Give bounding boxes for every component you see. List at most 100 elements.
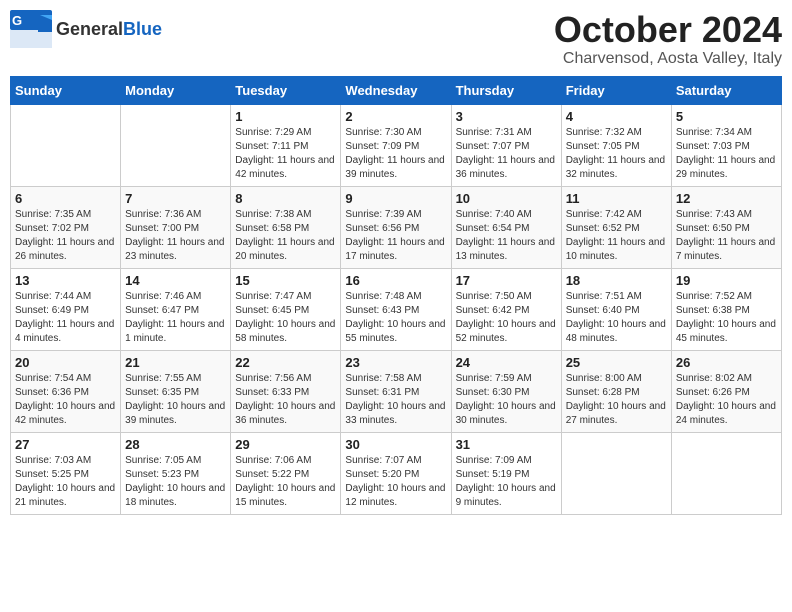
day-info: Sunrise: 7:31 AMSunset: 7:07 PMDaylight:… xyxy=(456,126,557,182)
calendar-cell: 24Sunrise: 7:59 AMSunset: 6:30 PMDayligh… xyxy=(451,350,561,432)
day-number: 23 xyxy=(345,355,446,370)
day-number: 22 xyxy=(235,355,336,370)
day-number: 12 xyxy=(676,191,777,206)
day-info: Sunrise: 7:03 AMSunset: 5:25 PMDaylight:… xyxy=(15,454,116,510)
day-number: 25 xyxy=(566,355,667,370)
calendar-cell xyxy=(11,104,121,186)
calendar-cell: 11 Sunrise: 7:42 AMSunset: 6:52 PMDayligh… xyxy=(561,186,671,268)
calendar-cell: 23Sunrise: 7:58 AMSunset: 6:31 PMDayligh… xyxy=(341,350,451,432)
day-of-week-header: Sunday xyxy=(11,76,121,104)
day-number: 11 xyxy=(566,191,667,206)
calendar-cell: 5Sunrise: 7:34 AMSunset: 7:03 PMDaylight… xyxy=(671,104,781,186)
calendar-cell: 9Sunrise: 7:39 AMSunset: 6:56 PMDaylight… xyxy=(341,186,451,268)
logo-icon: G xyxy=(10,10,52,48)
day-number: 15 xyxy=(235,273,336,288)
day-number: 17 xyxy=(456,273,557,288)
day-number: 29 xyxy=(235,437,336,452)
location-title: Charvensod, Aosta Valley, Italy xyxy=(554,50,782,68)
day-of-week-header: Wednesday xyxy=(341,76,451,104)
day-number: 21 xyxy=(125,355,226,370)
day-info: Sunrise: 7:55 AMSunset: 6:35 PMDaylight:… xyxy=(125,372,226,428)
day-info: Sunrise: 7:34 AMSunset: 7:03 PMDaylight:… xyxy=(676,126,777,182)
day-number: 14 xyxy=(125,273,226,288)
calendar-week-row: 6 Sunrise: 7:35 AMSunset: 7:02 PMDaylight… xyxy=(11,186,782,268)
day-info: Sunrise: 8:00 AMSunset: 6:28 PMDaylight:… xyxy=(566,372,667,428)
day-of-week-header: Thursday xyxy=(451,76,561,104)
day-number: 8 xyxy=(235,191,336,206)
calendar-cell: 22 Sunrise: 7:56 AMSunset: 6:33 PMDayligh… xyxy=(231,350,341,432)
day-info: Sunrise: 7:54 AMSunset: 6:36 PMDaylight:… xyxy=(15,372,116,428)
day-info: Sunrise: 7:29 AMSunset: 7:11 PMDaylight:… xyxy=(235,126,336,182)
day-number: 13 xyxy=(15,273,116,288)
day-info: Sunrise: 7:44 AMSunset: 6:49 PMDaylight:… xyxy=(15,290,116,346)
calendar-cell: 8 Sunrise: 7:38 AMSunset: 6:58 PMDaylight… xyxy=(231,186,341,268)
day-info: Sunrise: 7:46 AMSunset: 6:47 PMDaylight:… xyxy=(125,290,226,346)
calendar-cell: 25 Sunrise: 8:00 AMSunset: 6:28 PMDayligh… xyxy=(561,350,671,432)
day-info: Sunrise: 7:35 AMSunset: 7:02 PMDaylight:… xyxy=(15,208,116,264)
calendar-cell: 7 Sunrise: 7:36 AMSunset: 7:00 PMDaylight… xyxy=(121,186,231,268)
month-title: October 2024 xyxy=(554,10,782,50)
calendar-cell: 13 Sunrise: 7:44 AMSunset: 6:49 PMDayligh… xyxy=(11,268,121,350)
day-info: Sunrise: 7:42 AMSunset: 6:52 PMDaylight:… xyxy=(566,208,667,264)
calendar-cell: 31 Sunrise: 7:09 AMSunset: 5:19 PMDayligh… xyxy=(451,432,561,514)
logo-general: General xyxy=(56,19,123,39)
day-info: Sunrise: 7:09 AMSunset: 5:19 PMDaylight:… xyxy=(456,454,557,510)
day-number: 19 xyxy=(676,273,777,288)
calendar-header-row: SundayMondayTuesdayWednesdayThursdayFrid… xyxy=(11,76,782,104)
day-number: 31 xyxy=(456,437,557,452)
day-info: Sunrise: 7:56 AMSunset: 6:33 PMDaylight:… xyxy=(235,372,336,428)
day-info: Sunrise: 7:50 AMSunset: 6:42 PMDaylight:… xyxy=(456,290,557,346)
day-info: Sunrise: 7:32 AMSunset: 7:05 PMDaylight:… xyxy=(566,126,667,182)
calendar-cell: 2 Sunrise: 7:30 AMSunset: 7:09 PMDaylight… xyxy=(341,104,451,186)
day-number: 28 xyxy=(125,437,226,452)
day-number: 2 xyxy=(345,109,446,124)
day-info: Sunrise: 7:05 AMSunset: 5:23 PMDaylight:… xyxy=(125,454,226,510)
calendar-cell xyxy=(121,104,231,186)
day-info: Sunrise: 7:43 AMSunset: 6:50 PMDaylight:… xyxy=(676,208,777,264)
calendar-table: SundayMondayTuesdayWednesdayThursdayFrid… xyxy=(10,76,782,515)
calendar-cell: 27 Sunrise: 7:03 AMSunset: 5:25 PMDayligh… xyxy=(11,432,121,514)
title-block: October 2024 Charvensod, Aosta Valley, I… xyxy=(554,10,782,68)
day-number: 1 xyxy=(235,109,336,124)
calendar-week-row: 27 Sunrise: 7:03 AMSunset: 5:25 PMDayligh… xyxy=(11,432,782,514)
calendar-cell: 1 Sunrise: 7:29 AMSunset: 7:11 PMDaylight… xyxy=(231,104,341,186)
calendar-cell: 26 Sunrise: 8:02 AMSunset: 6:26 PMDayligh… xyxy=(671,350,781,432)
calendar-cell: 12 Sunrise: 7:43 AMSunset: 6:50 PMDayligh… xyxy=(671,186,781,268)
day-info: Sunrise: 7:30 AMSunset: 7:09 PMDaylight:… xyxy=(345,126,446,182)
calendar-cell: 14 Sunrise: 7:46 AMSunset: 6:47 PMDayligh… xyxy=(121,268,231,350)
day-info: Sunrise: 7:59 AMSunset: 6:30 PMDaylight:… xyxy=(456,372,557,428)
day-number: 10 xyxy=(456,191,557,206)
day-of-week-header: Friday xyxy=(561,76,671,104)
day-number: 26 xyxy=(676,355,777,370)
day-info: Sunrise: 7:36 AMSunset: 7:00 PMDaylight:… xyxy=(125,208,226,264)
day-number: 27 xyxy=(15,437,116,452)
calendar-cell: 15 Sunrise: 7:47 AMSunset: 6:45 PMDayligh… xyxy=(231,268,341,350)
day-number: 6 xyxy=(15,191,116,206)
day-info: Sunrise: 7:06 AMSunset: 5:22 PMDaylight:… xyxy=(235,454,336,510)
day-info: Sunrise: 7:47 AMSunset: 6:45 PMDaylight:… xyxy=(235,290,336,346)
day-info: Sunrise: 7:52 AMSunset: 6:38 PMDaylight:… xyxy=(676,290,777,346)
calendar-cell: 29 Sunrise: 7:06 AMSunset: 5:22 PMDayligh… xyxy=(231,432,341,514)
calendar-cell: 16Sunrise: 7:48 AMSunset: 6:43 PMDayligh… xyxy=(341,268,451,350)
page-header: G GeneralBlue October 2024 Charvensod, A… xyxy=(10,10,782,68)
svg-text:G: G xyxy=(12,13,22,28)
logo-blue: Blue xyxy=(123,19,162,39)
calendar-cell: 19 Sunrise: 7:52 AMSunset: 6:38 PMDayligh… xyxy=(671,268,781,350)
calendar-cell: 21 Sunrise: 7:55 AMSunset: 6:35 PMDayligh… xyxy=(121,350,231,432)
calendar-cell: 6 Sunrise: 7:35 AMSunset: 7:02 PMDaylight… xyxy=(11,186,121,268)
day-number: 7 xyxy=(125,191,226,206)
day-info: Sunrise: 7:51 AMSunset: 6:40 PMDaylight:… xyxy=(566,290,667,346)
calendar-cell xyxy=(671,432,781,514)
day-info: Sunrise: 8:02 AMSunset: 6:26 PMDaylight:… xyxy=(676,372,777,428)
day-info: Sunrise: 7:39 AMSunset: 6:56 PMDaylight:… xyxy=(345,208,446,264)
day-number: 4 xyxy=(566,109,667,124)
calendar-cell: 28 Sunrise: 7:05 AMSunset: 5:23 PMDayligh… xyxy=(121,432,231,514)
day-of-week-header: Tuesday xyxy=(231,76,341,104)
calendar-cell: 3Sunrise: 7:31 AMSunset: 7:07 PMDaylight… xyxy=(451,104,561,186)
calendar-cell: 10Sunrise: 7:40 AMSunset: 6:54 PMDayligh… xyxy=(451,186,561,268)
calendar-cell: 18Sunrise: 7:51 AMSunset: 6:40 PMDayligh… xyxy=(561,268,671,350)
day-info: Sunrise: 7:07 AMSunset: 5:20 PMDaylight:… xyxy=(345,454,446,510)
day-info: Sunrise: 7:38 AMSunset: 6:58 PMDaylight:… xyxy=(235,208,336,264)
calendar-week-row: 1 Sunrise: 7:29 AMSunset: 7:11 PMDaylight… xyxy=(11,104,782,186)
calendar-cell: 17 Sunrise: 7:50 AMSunset: 6:42 PMDayligh… xyxy=(451,268,561,350)
